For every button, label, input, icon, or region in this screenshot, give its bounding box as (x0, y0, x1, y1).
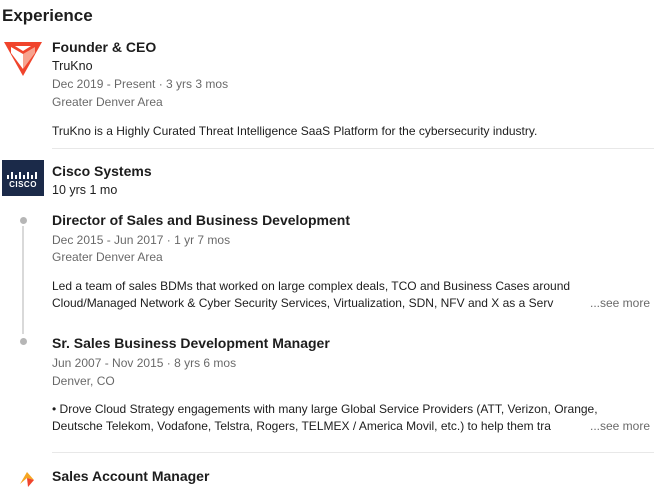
role-description: Deutsche Telekom, Vodafone, Telstra, Rog… (52, 419, 551, 433)
see-more-link[interactable]: ...see more (590, 419, 650, 433)
section-title: Experience (2, 6, 93, 25)
experience-title: Sales Account Manager (52, 468, 210, 484)
cisco-logo-text: CISCO (9, 180, 37, 189)
trukno-logo-icon[interactable] (2, 38, 44, 78)
timeline-dot (19, 338, 27, 345)
role-dates: Jun 2007 - Nov 2015 · 8 yrs 6 mos (52, 356, 237, 370)
company-name[interactable]: Cisco Systems (52, 163, 152, 179)
experience-title: Founder & CEO (52, 39, 157, 55)
timeline-line (22, 226, 24, 334)
cisco-logo-icon[interactable]: CISCO (2, 160, 44, 196)
role-title: Director of Sales and Business Developme… (52, 212, 350, 228)
company-name[interactable]: TruKno (52, 59, 93, 73)
role-description: • Drove Cloud Strategy engagements with … (52, 402, 598, 416)
role-description: Led a team of sales BDMs that worked on … (52, 279, 571, 293)
experience-dates: Dec 2019 - Present · 3 yrs 3 mos (52, 77, 229, 91)
role-location: Greater Denver Area (52, 250, 163, 264)
company-duration: 10 yrs 1 mo (52, 183, 118, 197)
role-dates: Dec 2015 - Jun 2017 · 1 yr 7 mos (52, 233, 231, 247)
role-title: Sr. Sales Business Development Manager (52, 335, 330, 351)
role-description: Cloud/Managed Network & Cyber Security S… (52, 296, 554, 310)
experience-location: Greater Denver Area (52, 95, 163, 109)
experience-description: TruKno is a Highly Curated Threat Intell… (52, 124, 538, 138)
see-more-link[interactable]: ...see more (590, 296, 650, 310)
timeline-dot (19, 217, 27, 224)
divider (52, 148, 654, 149)
role-location: Denver, CO (52, 374, 115, 388)
divider (52, 452, 654, 453)
company-logo-icon[interactable] (18, 470, 36, 489)
